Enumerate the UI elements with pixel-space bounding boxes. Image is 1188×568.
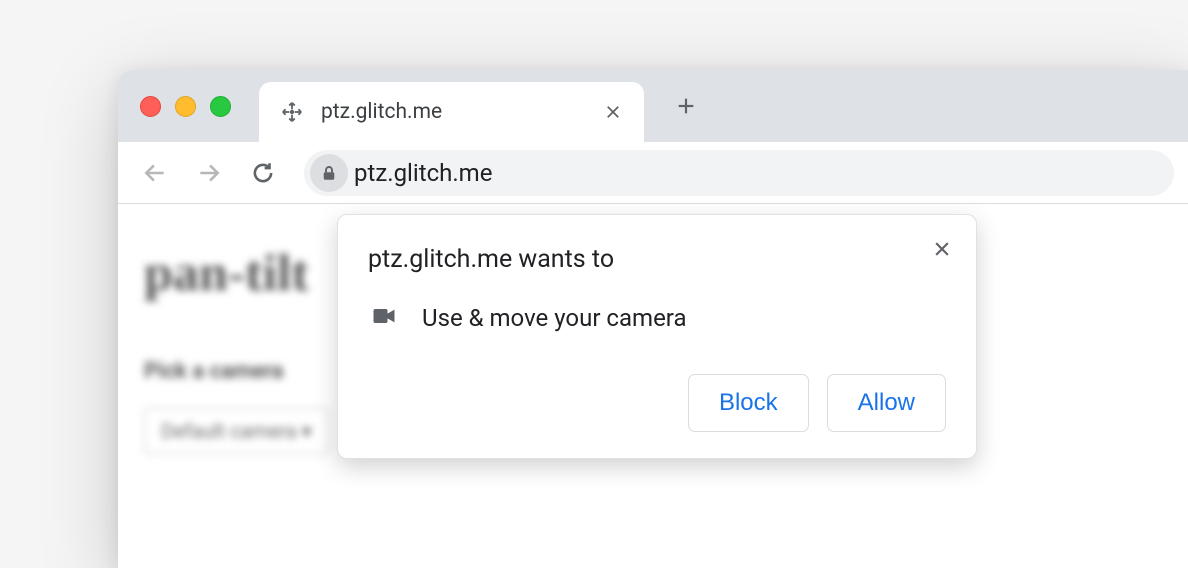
block-button[interactable]: Block	[688, 374, 809, 432]
plus-icon	[675, 95, 697, 117]
lock-icon	[320, 164, 338, 182]
prompt-close-button[interactable]	[924, 231, 960, 267]
camera-icon	[370, 302, 398, 334]
back-button[interactable]	[132, 150, 178, 196]
window-controls	[140, 96, 231, 117]
new-tab-button[interactable]	[664, 84, 708, 128]
reload-icon	[250, 160, 276, 186]
permission-prompt: ptz.glitch.me wants to Use & move your c…	[337, 214, 977, 459]
address-bar[interactable]: ptz.glitch.me	[304, 150, 1174, 196]
tab-strip: ptz.glitch.me	[118, 70, 1188, 142]
browser-tab[interactable]: ptz.glitch.me	[259, 82, 644, 142]
arrow-left-icon	[142, 160, 168, 186]
close-icon	[604, 103, 622, 121]
window-minimize-button[interactable]	[175, 96, 196, 117]
forward-button[interactable]	[186, 150, 232, 196]
prompt-actions: Block Allow	[368, 374, 946, 432]
drag-move-icon	[279, 99, 305, 125]
toolbar: ptz.glitch.me	[118, 142, 1188, 204]
url-text: ptz.glitch.me	[352, 159, 492, 187]
browser-window: ptz.glitch.me	[118, 70, 1188, 568]
tab-title: ptz.glitch.me	[321, 100, 600, 124]
prompt-title: ptz.glitch.me wants to	[368, 245, 946, 274]
close-icon	[932, 239, 952, 259]
allow-button[interactable]: Allow	[827, 374, 946, 432]
window-maximize-button[interactable]	[210, 96, 231, 117]
reload-button[interactable]	[240, 150, 286, 196]
prompt-permission-row: Use & move your camera	[368, 302, 946, 334]
prompt-permission-text: Use & move your camera	[422, 304, 687, 332]
arrow-right-icon	[196, 160, 222, 186]
site-info-button[interactable]	[310, 154, 348, 192]
window-close-button[interactable]	[140, 96, 161, 117]
tab-close-button[interactable]	[600, 99, 626, 125]
camera-select[interactable]: Default camera ▾	[144, 408, 329, 454]
